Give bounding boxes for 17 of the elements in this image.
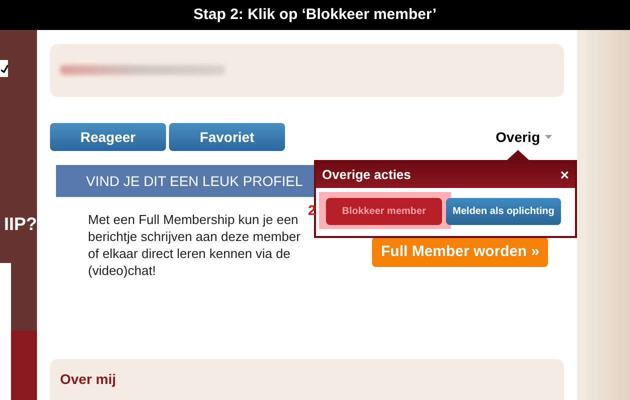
- checkbox[interactable]: [0, 60, 8, 77]
- action-button[interactable]: Reageer: [50, 123, 166, 152]
- full-member-button[interactable]: Full Member worden »: [372, 237, 548, 268]
- promo-text: Met een Full Membership kun je een berichtje schrijven aan deze member of elkaar direct leren kennen via de (video)chat!: [88, 211, 302, 280]
- sidebar-stripe: [11, 331, 37, 400]
- popup-action-button[interactable]: Melden als oplichting: [446, 198, 561, 225]
- more-menu[interactable]: Overig: [496, 126, 552, 148]
- close-button[interactable]: ×: [560, 168, 569, 182]
- caption: Stap 2: Klik op ‘Blokkeer member’: [193, 4, 437, 25]
- caret-icon: [545, 135, 552, 140]
- popup-action-button[interactable]: Blokkeer member: [326, 198, 442, 225]
- about-heading: Over mij: [60, 370, 118, 389]
- sidebar-heading: IIP?: [4, 215, 37, 233]
- check-icon: [1, 64, 8, 72]
- banner-text: VIND JE DIT EEN LEUK PROFIEL: [86, 172, 303, 191]
- popup-title: Overige acties: [322, 166, 411, 184]
- action-button[interactable]: Favoriet: [169, 123, 285, 152]
